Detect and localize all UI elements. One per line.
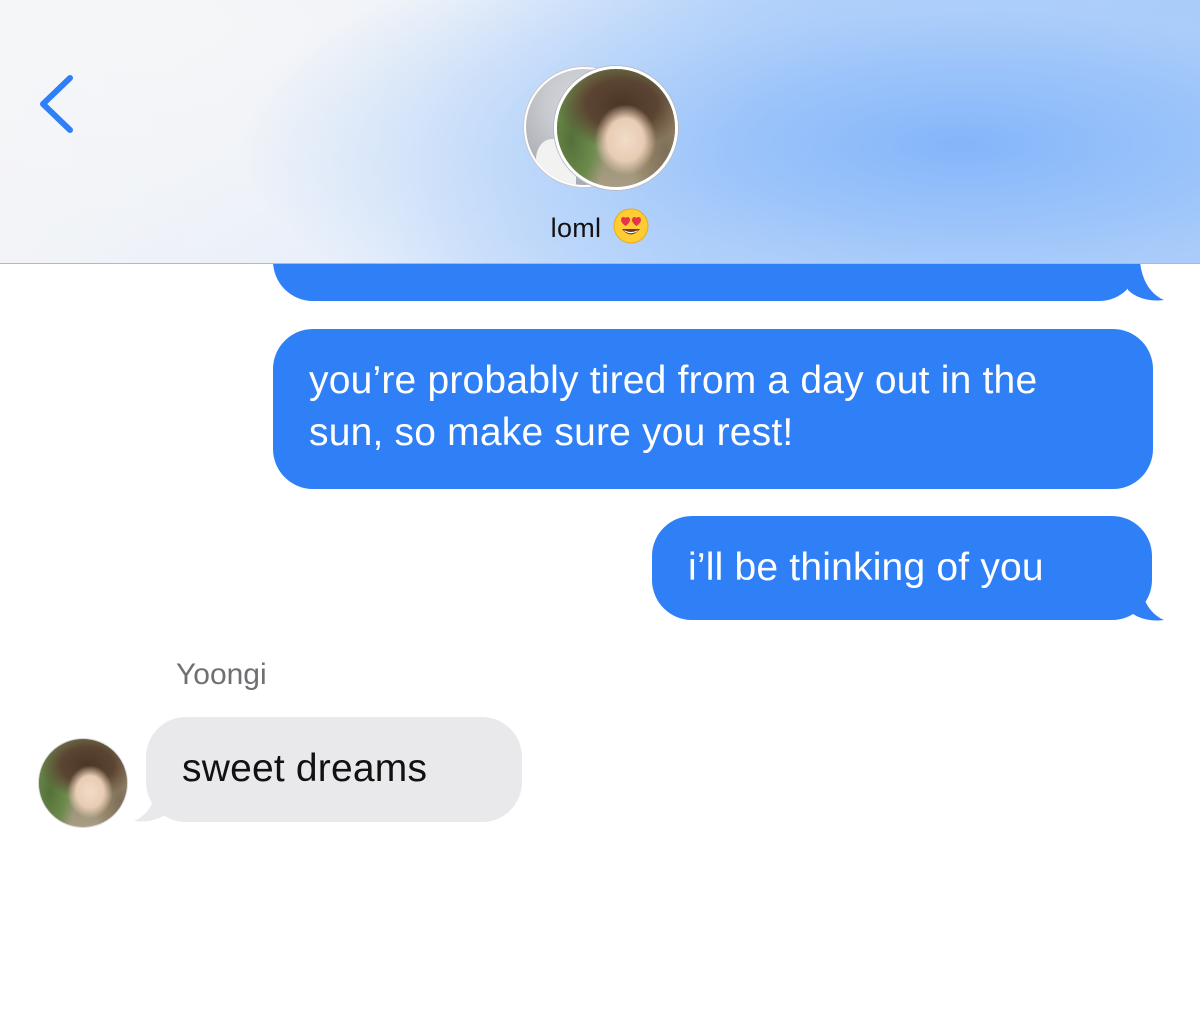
back-button[interactable] <box>30 68 90 138</box>
avatar-primary <box>554 66 678 190</box>
sender-name: Yoongi <box>176 658 267 691</box>
message-text: i’ll be thinking of you <box>688 546 1044 589</box>
message-bubble-sent[interactable]: i’ll be thinking of you <box>652 516 1152 620</box>
message-bubble-sent[interactable]: you’re probably tired from a day out in … <box>273 329 1153 489</box>
bubble-tail-sent <box>1128 582 1164 621</box>
message-text: sweet dreams <box>182 747 428 790</box>
heart-eyes-emoji-icon <box>613 208 649 244</box>
chevron-left-icon <box>40 75 73 133</box>
sender-avatar[interactable] <box>39 739 127 827</box>
contact-name-row[interactable]: loml <box>0 208 1200 244</box>
message-text: you’re probably tired from a day out in … <box>309 359 1038 454</box>
contact-name: loml <box>550 213 602 243</box>
group-avatar[interactable] <box>524 66 678 190</box>
conversation-header: loml <box>0 0 1200 264</box>
message-bubble-received[interactable]: sweet dreams <box>146 717 522 822</box>
